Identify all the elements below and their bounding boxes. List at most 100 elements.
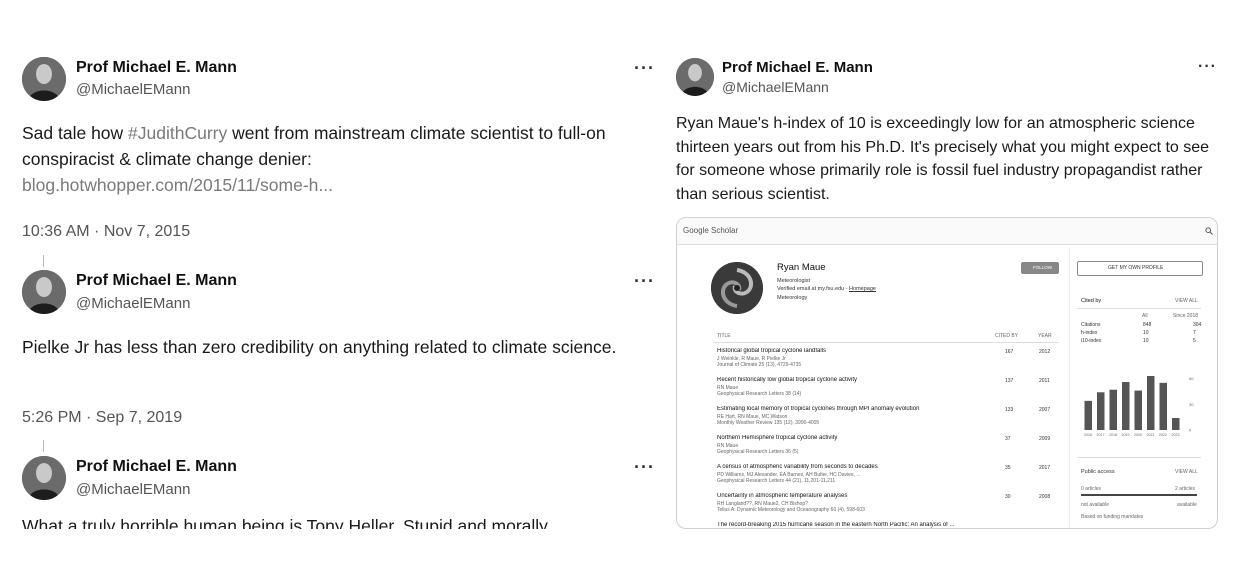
citations-bar[interactable] [1172,418,1180,430]
profile-interest[interactable]: Meteorology [777,295,807,301]
profile-email: Verified email at my.fsu.edu - Homepage [777,286,876,292]
table-row[interactable]: Northern Hemisphere tropical cyclone act… [713,435,1059,462]
stat-value: 304 [1193,322,1202,328]
stats-col-since: Since 2018 [1173,313,1199,319]
article-year: 2009 [1039,436,1051,442]
table-row[interactable]: Estimating local memory of tropical cycl… [713,406,1059,433]
article-title[interactable]: The record-breaking 2015 hurricane seaso… [717,522,987,528]
author-handle[interactable]: @MichaelEMann [722,79,829,95]
pa-note: Based on funding mandates [1081,514,1144,520]
article-title[interactable]: Uncertainty in atmospheric temperature a… [717,493,987,499]
scholar-screenshot[interactable]: Google Scholar Ryan Maue Meteorologist V… [676,217,1218,529]
avatar[interactable] [22,270,66,314]
citations-bar[interactable] [1159,382,1168,430]
col-cited[interactable]: CITED BY [995,333,1018,339]
stat-value: 7 [1193,330,1196,336]
cited-by-title: Cited by [1081,298,1102,304]
avatar-photo-icon [676,58,714,96]
get-profile-button[interactable]: GET MY OWN PROFILE [1077,261,1203,276]
cited-by-view-all[interactable]: VIEW ALL [1175,298,1198,304]
article-cited[interactable]: 35 [1005,465,1011,471]
hashtag-link[interactable]: #JudithCurry [128,123,227,143]
more-options-icon[interactable]: ··· [634,457,655,478]
pa-available: available [1177,502,1197,508]
hurricane-photo-icon [711,262,763,314]
article-title[interactable]: Estimating local memory of tropical cycl… [717,406,987,412]
tweet-text-part: Sad tale how [22,123,129,143]
public-access-view-all[interactable]: VIEW ALL [1175,469,1198,475]
tweet-url-link[interactable]: blog.hotwhopper.com/2015/11/some-h... [22,175,333,195]
author-handle[interactable]: @MichaelEMann [76,81,190,98]
table-row[interactable]: Historical global tropical cyclone landf… [713,348,1059,375]
citations-bar[interactable] [1147,376,1155,430]
tweet-timestamp[interactable]: 10:36 AM · Nov 7, 2015 [22,223,190,241]
stat-value: 10 [1143,330,1149,336]
citations-bar[interactable] [1084,400,1093,430]
citations-bar[interactable] [1134,390,1143,430]
col-year[interactable]: YEAR [1038,333,1052,339]
article-cited[interactable]: 167 [1005,349,1013,355]
citations-bar[interactable] [1097,392,1105,430]
y-tick-label: 60 [1189,376,1194,381]
article-cited[interactable]: 133 [1005,407,1013,413]
more-options-icon[interactable]: ··· [1198,58,1217,76]
public-access-title: Public access [1081,469,1115,475]
avatar[interactable] [22,456,66,500]
author-name[interactable]: Prof Michael E. Mann [76,59,237,77]
avatar[interactable] [22,57,66,101]
more-options-icon[interactable]: ··· [634,271,655,292]
article-venue: Geophysical Research Letters 38 (14) [717,391,802,397]
stats-col-all: All [1142,313,1148,319]
avatar[interactable] [676,58,714,96]
col-title[interactable]: TITLE [717,333,731,339]
article-title[interactable]: Northern Hemisphere tropical cyclone act… [717,435,987,441]
follow-button[interactable]: FOLLOW [1021,262,1059,274]
article-cited[interactable]: 30 [1005,494,1011,500]
article-venue: Journal of Climate 25 (13), 4729-4735 [717,362,802,368]
pa-not-available: not available [1081,502,1110,508]
stat-label: h-index [1081,330,1098,336]
x-tick-label: 2020 [1134,433,1142,437]
stat-value: 5 [1193,338,1196,344]
article-venue: Tellus A: Dynamic Meteorology and Oceano… [717,507,865,513]
author-name[interactable]: Prof Michael E. Mann [76,272,237,290]
citations-bar[interactable] [1109,389,1118,430]
table-row[interactable]: The record-breaking 2015 hurricane seaso… [713,522,1059,528]
author-name[interactable]: Prof Michael E. Mann [76,458,237,476]
article-cited[interactable]: 137 [1005,378,1013,384]
article-year: 2007 [1039,407,1051,413]
tweet-timestamp[interactable]: 5:26 PM · Sep 7, 2019 [22,409,182,427]
stat-label: Citations [1081,322,1101,328]
x-tick-label: 2019 [1122,433,1130,437]
articles-list: Historical global tropical cyclone landf… [713,348,1059,528]
author-name[interactable]: Prof Michael E. Mann [722,59,873,76]
article-cited[interactable]: 37 [1005,436,1011,442]
avatar-photo-icon [22,456,66,500]
article-year: 2008 [1039,494,1051,500]
thread-line [43,440,44,452]
table-row[interactable]: A census of atmospheric variability from… [713,464,1059,491]
citations-bar[interactable] [1122,382,1130,430]
article-title[interactable]: Recent historically low global tropical … [717,377,987,383]
article-title[interactable]: Historical global tropical cyclone landf… [717,348,987,354]
table-row[interactable]: Recent historically low global tropical … [713,377,1059,404]
x-tick-label: 2018 [1109,433,1117,437]
homepage-link[interactable]: Homepage [849,286,876,292]
more-options-icon[interactable]: ··· [634,58,655,79]
x-tick-label: 2022 [1159,433,1167,437]
profile-role: Meteorologist [777,278,811,284]
author-handle[interactable]: @MichaelEMann [76,295,190,312]
article-year: 2011 [1039,378,1050,384]
article-venue: Monthly Weather Review 135 (12), 3990-40… [717,420,820,426]
article-venue: Geophysical Research Letters 36 (5) [717,449,799,455]
tweet-text: What a truly horrible human being is Ton… [22,517,548,529]
stat-value: 848 [1143,322,1152,328]
y-tick-label: 30 [1189,402,1194,407]
table-row[interactable]: Uncertainty in atmospheric temperature a… [713,493,1059,520]
x-tick-label: 2021 [1147,433,1155,437]
truncated-tweet-clip: What a truly horrible human being is Ton… [22,517,642,529]
thread-line [43,255,44,267]
author-handle[interactable]: @MichaelEMann [76,481,190,498]
avatar-photo-icon [22,57,66,101]
article-title[interactable]: A census of atmospheric variability from… [717,464,987,470]
